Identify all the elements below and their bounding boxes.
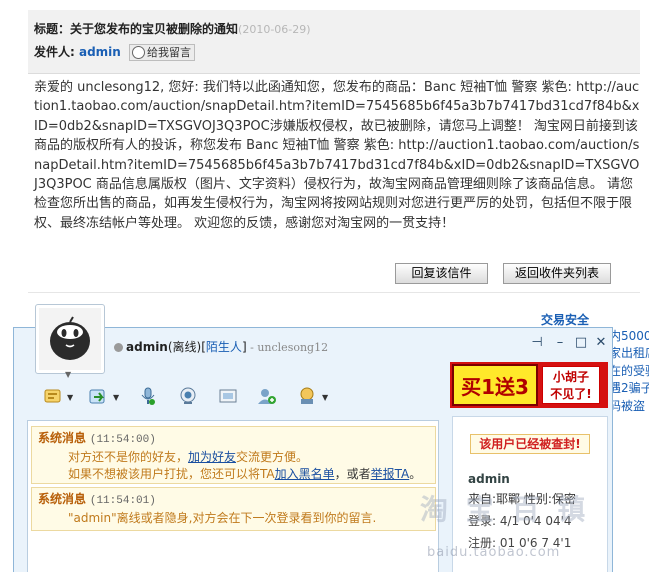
close-icon[interactable]: ✕: [594, 335, 608, 350]
message-text: 交流更方便。: [236, 450, 309, 464]
offline-status-icon: [114, 343, 123, 352]
add-friend-link[interactable]: 加为好友: [188, 450, 236, 464]
message-date: (2010-06-29): [238, 23, 311, 36]
contact-status: (离线): [167, 340, 202, 354]
emoticon-dropdown-icon[interactable]: ▼: [67, 393, 73, 402]
ad-side-line: 不见了!: [550, 387, 592, 401]
system-message-line: 对方还不是你的好友，加为好友交流更方便。: [38, 449, 429, 466]
sender-link[interactable]: admin: [79, 45, 121, 59]
video-icon[interactable]: [177, 385, 199, 407]
reply-button[interactable]: 回复该信件: [395, 263, 488, 284]
avatar-face-icon: [39, 308, 101, 370]
system-message: 系统消息 (11:54:01) "admin"离线或者隐身,对方会在下一次登录看…: [31, 487, 436, 531]
file-transfer-dropdown-icon[interactable]: ▼: [113, 393, 119, 402]
stranger-tag[interactable]: 陌生人: [206, 340, 242, 354]
more-apps-icon[interactable]: [296, 385, 318, 407]
system-message-time: (11:54:01): [89, 495, 156, 507]
message-body: 亲爱的 unclesong12, 您好: 我们特以此函通知您，您发布的商品：Ba…: [34, 80, 640, 231]
message-text: ，或者: [334, 467, 371, 481]
add-contact-icon[interactable]: [256, 385, 278, 407]
subject-row: 标题：关于您发布的宝贝被删除的通知(2010-06-29): [34, 20, 311, 37]
message-panel: 标题：关于您发布的宝贝被删除的通知(2010-06-29) 发件人: admin…: [28, 10, 640, 290]
leave-message-label: 给我留言: [147, 46, 192, 59]
leave-message-button[interactable]: 给我留言: [129, 44, 196, 61]
blacklist-link[interactable]: 加入黑名单: [275, 467, 335, 481]
avatar: [39, 308, 101, 370]
system-message: 系统消息 (11:54:00) 对方还不是你的好友，加为好友交流更方便。 如果不…: [31, 426, 436, 484]
sender-row: 发件人: admin 给我留言: [34, 43, 196, 61]
smile-icon: [132, 45, 146, 59]
message-text: 对方还不是你的好友，: [68, 450, 189, 464]
watermark: 淘 宝 百 镇: [420, 493, 590, 526]
contact-remark: - unclesong12: [246, 341, 329, 354]
side-link[interactable]: 在的受骗: [609, 363, 649, 380]
file-transfer-icon[interactable]: [86, 385, 108, 407]
contact-name: admin: [126, 340, 168, 354]
trade-safety-link[interactable]: 交易安全: [541, 311, 589, 328]
side-link[interactable]: 码被盗: [609, 398, 649, 415]
message-subject: 关于您发布的宝贝被删除的通知: [70, 22, 239, 36]
emoticon-icon[interactable]: [42, 385, 64, 407]
divider: [28, 292, 640, 293]
avatar-dropdown-icon[interactable]: ▼: [65, 370, 71, 379]
watermark-url: baidu.taobao.com: [427, 545, 561, 560]
ad-main-text: 买1送3: [452, 364, 538, 406]
message-text: 。: [409, 467, 422, 481]
side-link[interactable]: 家出租店: [609, 345, 649, 362]
system-message-line: "admin"离线或者隐身,对方会在下一次登录看到你的留言.: [68, 511, 377, 525]
chat-message-area: 系统消息 (11:54:00) 对方还不是你的好友，加为好友交流更方便。 如果不…: [27, 420, 439, 572]
side-link[interactable]: 遇2骗子: [609, 380, 649, 397]
report-link[interactable]: 举报TA: [371, 467, 410, 481]
back-to-inbox-button[interactable]: 返回收件夹列表: [503, 263, 611, 284]
system-message-title: 系统消息: [38, 431, 87, 445]
system-message-time: (11:54:00): [89, 434, 156, 446]
avatar-frame[interactable]: [35, 304, 105, 374]
maximize-icon[interactable]: □: [574, 335, 588, 350]
message-header: 标题：关于您发布的宝贝被删除的通知(2010-06-29) 发件人: admin…: [28, 10, 640, 74]
subject-label: 标题：: [34, 22, 71, 36]
screenshot-icon[interactable]: [217, 385, 239, 407]
info-name: admin: [468, 472, 510, 486]
system-message-title: 系统消息: [38, 492, 87, 506]
contact-line: admin(离线)[陌生人] - unclesong12: [114, 338, 328, 355]
pin-icon[interactable]: ⊣: [530, 335, 544, 350]
ad-banner[interactable]: 买1送3 小胡子 不见了!: [450, 362, 608, 408]
minimize-icon[interactable]: –: [553, 335, 567, 350]
sender-label: 发件人:: [34, 45, 79, 59]
more-apps-dropdown-icon[interactable]: ▼: [322, 393, 328, 402]
system-message-line: 如果不想被该用户打扰，您还可以将TA加入黑名单，或者举报TA。: [38, 466, 429, 483]
ad-side-text: 小胡子 不见了!: [542, 366, 600, 404]
account-closed-notice: 该用户已经被查封!: [470, 434, 590, 454]
message-text: 如果不想被该用户打扰，您还可以将TA: [68, 467, 275, 481]
side-link[interactable]: 内5000: [609, 328, 649, 345]
side-links: 内5000 家出租店 在的受骗 遇2骗子 码被盗: [609, 328, 649, 415]
ad-side-line: 小胡子: [552, 370, 589, 384]
voice-icon[interactable]: [137, 385, 159, 407]
